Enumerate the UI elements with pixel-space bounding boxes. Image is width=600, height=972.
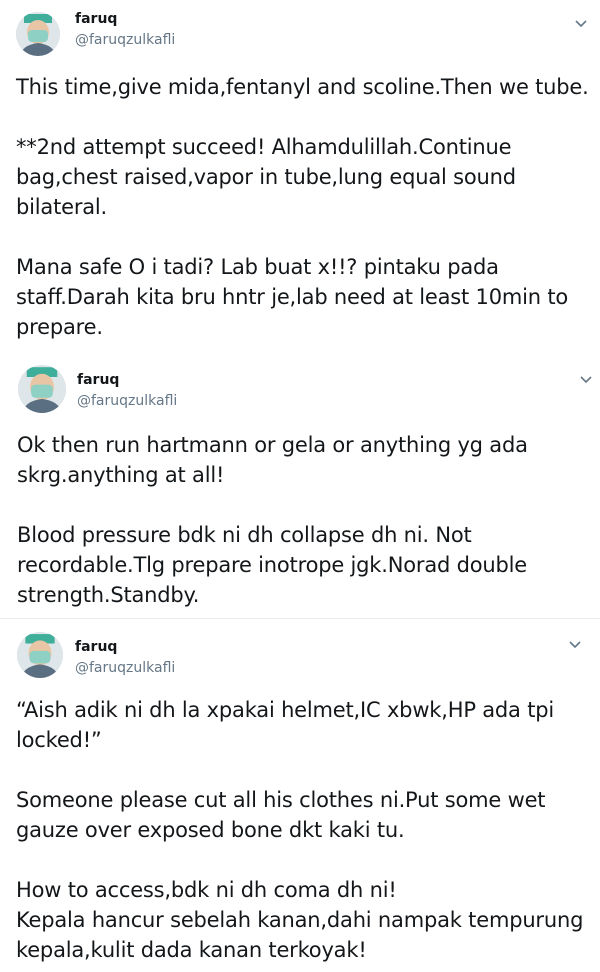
tweet-1[interactable]: faruq @faruqzulkafli This time,give mida… [0,0,600,350]
author-handle[interactable]: @faruqzulkafli [75,32,175,48]
avatar[interactable] [18,365,66,413]
avatar-image [18,365,66,413]
author-name[interactable]: faruq [77,372,119,388]
tweet-2[interactable]: faruq @faruqzulkafli Ok then run hartman… [0,350,600,618]
tweet-text: Ok then run hartmann or gela or anything… [17,433,528,607]
chevron-down-icon[interactable] [567,639,583,651]
avatar-image [17,632,63,678]
tweet-text: This time,give mida,fentanyl and scoline… [16,75,589,339]
author-name[interactable]: faruq [75,639,117,655]
avatar[interactable] [17,632,63,678]
avatar[interactable] [16,12,60,56]
chevron-down-icon[interactable] [578,374,594,386]
tweet-text: “Aish adik ni dh la xpakai helmet,IC xbw… [16,698,584,962]
tweet-3[interactable]: faruq @faruqzulkafli “Aish adik ni dh la… [0,619,600,972]
author-handle[interactable]: @faruqzulkafli [75,660,175,676]
avatar-image [16,12,60,56]
chevron-down-icon[interactable] [573,18,589,30]
author-name[interactable]: faruq [75,11,117,27]
author-handle[interactable]: @faruqzulkafli [77,393,177,409]
